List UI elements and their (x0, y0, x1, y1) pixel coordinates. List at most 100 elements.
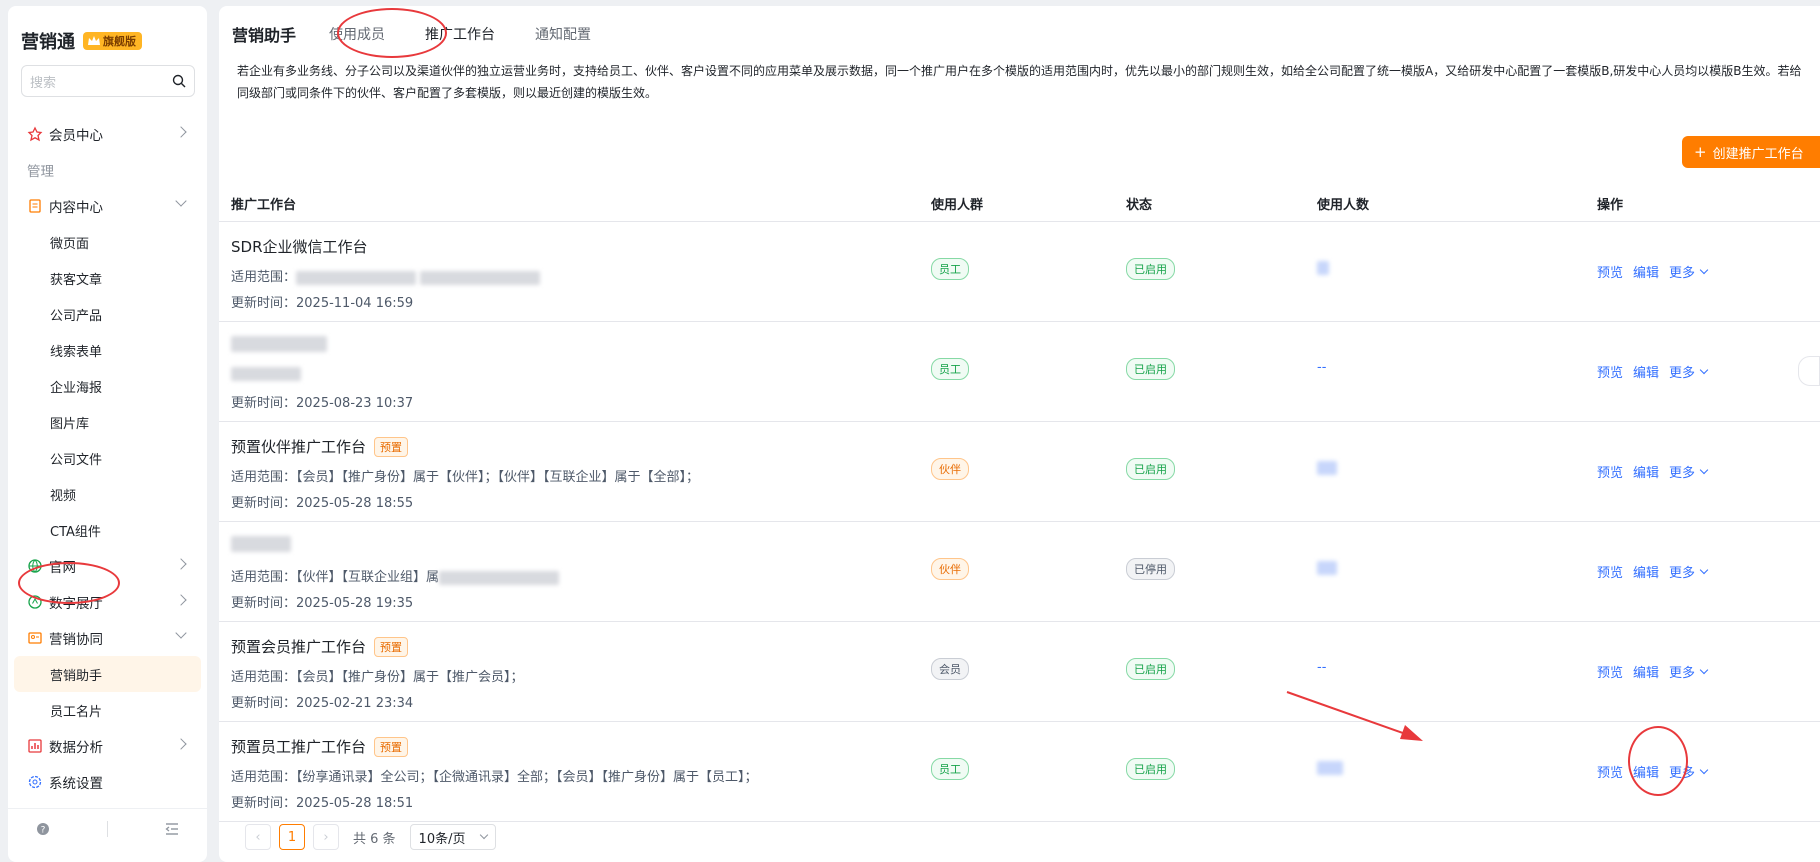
preview-link[interactable]: 预览 (1597, 662, 1623, 681)
sidebar-subitem-article[interactable]: 获客文章 (8, 260, 207, 296)
sidebar-subitem-marketing-assistant[interactable]: 营销助手 (14, 656, 201, 692)
page-number[interactable]: 1 (279, 824, 305, 850)
row-status: 已启用 (1126, 658, 1175, 680)
row-scope (231, 366, 301, 381)
sidebar-item-marketing-collab[interactable]: 营销协同 (8, 620, 207, 656)
sidebar-subitem-cta[interactable]: CTA组件 (8, 512, 207, 548)
next-page-button[interactable]: › (313, 824, 339, 850)
floating-assistant-tab[interactable] (1798, 356, 1820, 386)
preset-tag: 预置 (374, 636, 409, 657)
sidebar-subitem-lead-form[interactable]: 线索表单 (8, 332, 207, 368)
table-row: 预置会员推广工作台 预置 适用范围：【会员】【推广身份】属于【推广会员】； 更新时… (219, 622, 1820, 722)
crown-icon (88, 36, 100, 45)
row-scope: 适用范围：【会员】【推广身份】属于【推广会员】； (231, 666, 524, 685)
sidebar-subitem-micro-page[interactable]: 微页面 (8, 224, 207, 260)
footer-divider (106, 820, 108, 837)
preview-link[interactable]: 预览 (1597, 762, 1623, 781)
row-name (231, 336, 327, 352)
sidebar-subitem-video[interactable]: 视频 (8, 476, 207, 512)
more-dropdown[interactable]: 更多 (1669, 562, 1709, 581)
chevron-down-icon (479, 830, 488, 840)
redacted-text (439, 570, 560, 585)
scope-prefix: 适用范围： (231, 770, 297, 785)
chevron-down-icon (1699, 765, 1709, 774)
notice-text: 若企业有多业务线、分子公司以及渠道伙伴的独立运营业务时，支持给员工、伙伴、客户设… (237, 64, 1802, 100)
sidebar-item-data-analysis[interactable]: 数据分析 (8, 728, 207, 764)
prev-page-button[interactable]: ‹ (245, 824, 271, 850)
sidebar-item-label: 营销协同 (49, 632, 103, 648)
sidebar-subitem-gallery[interactable]: 图片库 (8, 404, 207, 440)
sidebar-item-content-center[interactable]: 内容中心 (8, 188, 207, 224)
search-input[interactable]: 搜索 (21, 65, 195, 97)
row-time-value: 2025-05-28 19:35 (296, 596, 414, 611)
row-name-text: 预置伙伴推广工作台 (231, 438, 367, 456)
edit-link[interactable]: 编辑 (1633, 462, 1659, 481)
time-prefix: 更新时间： (231, 796, 297, 811)
redacted-count (1317, 760, 1343, 775)
group-tag: 员工 (931, 358, 969, 380)
main-panel: 营销助手 使用成员 推广工作台 通知配置 若企业有多业务线、分子公司以及渠道伙伴… (219, 6, 1820, 862)
collapse-menu-icon[interactable] (165, 822, 179, 836)
edition-label: 旗舰版 (103, 35, 136, 48)
row-ops: 预览 编辑 更多 (1597, 562, 1709, 581)
row-group: 伙伴 (931, 458, 969, 480)
row-time-value: 2025-08-23 10:37 (296, 396, 414, 411)
time-prefix: 更新时间： (231, 496, 297, 511)
edit-link[interactable]: 编辑 (1633, 662, 1659, 681)
row-count: -- (1317, 660, 1327, 675)
status-badge: 已启用 (1126, 258, 1175, 280)
pagination: ‹ 1 › 共 6 条 10条/页 (245, 824, 496, 850)
page-size-select[interactable]: 10条/页 (409, 824, 496, 850)
document-icon (29, 199, 41, 213)
sidebar-subitem-files[interactable]: 公司文件 (8, 440, 207, 476)
sidebar-item-system-settings[interactable]: 系统设置 (8, 764, 207, 800)
row-time: 更新时间：2025-05-28 18:55 (231, 492, 413, 511)
sidebar-subitem-poster[interactable]: 企业海报 (8, 368, 207, 404)
row-group: 伙伴 (931, 558, 969, 580)
sidebar-item-member-center[interactable]: 会员中心 (8, 116, 207, 152)
more-dropdown[interactable]: 更多 (1669, 362, 1709, 381)
chevron-right-icon (175, 126, 187, 138)
sidebar-subitem-business-card[interactable]: 员工名片 (8, 692, 207, 728)
row-scope-value: 【伙伴】【互联企业组】属 (296, 570, 440, 585)
status-badge: 已停用 (1126, 558, 1175, 580)
redacted-text (420, 270, 541, 285)
preview-link[interactable]: 预览 (1597, 562, 1623, 581)
more-dropdown[interactable]: 更多 (1669, 662, 1709, 681)
app-name: 营销通 (21, 32, 75, 53)
edit-link[interactable]: 编辑 (1633, 562, 1659, 581)
row-name: 预置伙伴推广工作台 预置 (231, 436, 409, 457)
redacted-count (1317, 560, 1337, 575)
sidebar-subitem-product[interactable]: 公司产品 (8, 296, 207, 332)
edit-link[interactable]: 编辑 (1633, 362, 1659, 381)
row-time-value: 2025-05-28 18:51 (296, 796, 414, 811)
more-label: 更多 (1669, 466, 1696, 481)
chevron-down-icon (1699, 365, 1709, 374)
row-time-value: 2025-02-21 23:34 (296, 696, 414, 711)
preset-tag: 预置 (374, 436, 409, 457)
row-name: 预置员工推广工作台 预置 (231, 736, 409, 757)
group-tag: 员工 (931, 258, 969, 280)
preset-tag: 预置 (374, 736, 409, 757)
chevron-down-icon (1699, 465, 1709, 474)
edit-link[interactable]: 编辑 (1633, 262, 1659, 281)
row-status: 已启用 (1126, 358, 1175, 380)
row-group: 员工 (931, 758, 969, 780)
more-label: 更多 (1669, 666, 1696, 681)
preview-link[interactable]: 预览 (1597, 462, 1623, 481)
preview-link[interactable]: 预览 (1597, 262, 1623, 281)
row-time-value: 2025-11-04 16:59 (296, 296, 414, 311)
row-name-text: 预置会员推广工作台 (231, 638, 367, 656)
preview-link[interactable]: 预览 (1597, 362, 1623, 381)
create-workbench-button[interactable]: + 创建推广工作台 (1682, 136, 1820, 168)
tab-notification[interactable]: 通知配置 (535, 24, 591, 44)
row-time: 更新时间：2025-08-23 10:37 (231, 392, 413, 411)
more-dropdown[interactable]: 更多 (1669, 462, 1709, 481)
row-count (1317, 560, 1337, 575)
help-icon[interactable]: ? (36, 822, 50, 836)
row-time: 更新时间：2025-05-28 19:35 (231, 592, 413, 611)
row-name (231, 536, 291, 552)
more-dropdown[interactable]: 更多 (1669, 262, 1709, 281)
search-icon[interactable] (172, 74, 186, 88)
header-ops: 操作 (1597, 198, 1624, 213)
